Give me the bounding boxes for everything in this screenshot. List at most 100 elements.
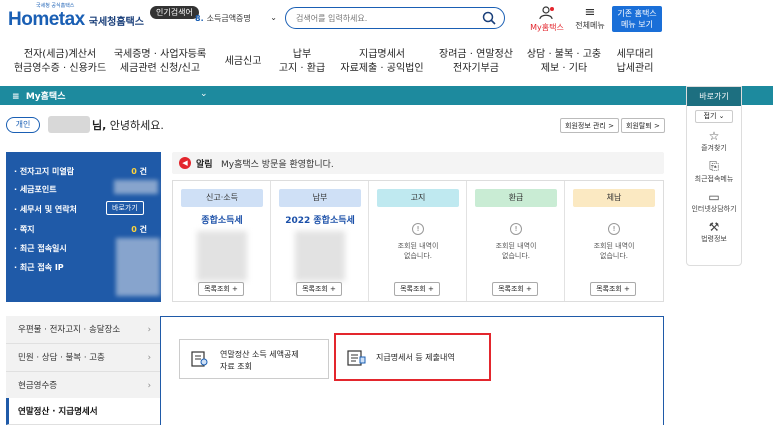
quick-item-label: 즐겨찾기 bbox=[701, 144, 727, 152]
search-input[interactable] bbox=[296, 11, 476, 25]
quick-item-label: 인터넷상담하기 bbox=[691, 205, 737, 213]
card-head: 납부 bbox=[279, 189, 361, 207]
info-icon: ! bbox=[412, 223, 424, 235]
gnb-item-tax-report[interactable]: 세금신고 bbox=[225, 55, 262, 69]
card-refund: 환급 ! 조회된 내역이 없습니다. 목록조회 + bbox=[467, 181, 565, 301]
gnb-item-tax-agent[interactable]: 세무대리 납세관리 bbox=[617, 48, 654, 76]
search-icon[interactable] bbox=[482, 11, 496, 25]
summary-tax-office: · 세무서 및 연락처 bbox=[14, 205, 77, 214]
card-sub[interactable]: 2022 종합소득세 bbox=[271, 213, 369, 226]
left-menu-cash-receipt[interactable]: 현금영수증 › bbox=[6, 372, 161, 400]
classic-btn-line2: 메뉴 보기 bbox=[621, 20, 653, 29]
my-bar-text: My홈택스 bbox=[25, 92, 66, 102]
info-icon: ! bbox=[510, 223, 522, 235]
quick-recent-menu[interactable]: ⎘ 최근접속메뉴 bbox=[687, 159, 741, 184]
gnb-line1: 국세증명 · 사업자등록 bbox=[113, 49, 207, 60]
gnb-item-einvoice[interactable]: 전자(세금)계산서 현금영수증 · 신용카드 bbox=[14, 48, 106, 76]
my-hometax-label: My홈택스 bbox=[530, 23, 564, 32]
greeting-text: 님, 안녕하세요. bbox=[92, 117, 164, 133]
gnb-item-payment-statement[interactable]: 지급명세서 자료제출 · 공익법인 bbox=[340, 48, 423, 76]
payment-statement-submission[interactable]: 지급명세서 등 제출내역 bbox=[334, 333, 491, 381]
year-end-deduction-query[interactable]: 연말정산 소득 세액공제 자료 조회 bbox=[179, 339, 329, 379]
summary-message-count: 0 건 bbox=[131, 224, 147, 235]
withdraw-button[interactable]: 회원탈퇴 > bbox=[621, 118, 665, 133]
card-empty-text: 조회된 내역이없습니다. bbox=[565, 241, 663, 261]
my-hometax-bar[interactable]: ≡ My홈택스 ⌄ bbox=[0, 86, 686, 105]
logo-mark: Hometax bbox=[8, 9, 85, 30]
classic-btn-line1: 기존 홈택스 bbox=[617, 9, 657, 18]
member-info-button[interactable]: 회원정보 관리 > bbox=[560, 118, 619, 133]
gnb-item-payment[interactable]: 납부고지 · 환급 bbox=[279, 48, 325, 76]
empty-line2: 없습니다. bbox=[600, 252, 628, 260]
card-sub[interactable]: 종합소득세 bbox=[173, 213, 271, 226]
user-icon bbox=[539, 6, 554, 20]
popular-search-badge: 인기검색어 bbox=[150, 6, 199, 19]
empty-line1: 조회된 내역이 bbox=[593, 242, 635, 250]
quick-online-consult[interactable]: ▭ 인터넷상담하기 bbox=[687, 190, 741, 214]
summary-last-login: · 최근 접속일시 bbox=[14, 244, 67, 253]
gnb-line2: 납세관리 bbox=[616, 63, 654, 74]
count-value: 0 bbox=[131, 167, 137, 176]
greeting-name-suffix: 님, bbox=[92, 119, 107, 132]
summary-last-ip: · 최근 접속 IP bbox=[14, 263, 64, 272]
quick-links-panel: 바로가기 접기 ⌄ ☆ 즐겨찾기 ⎘ 최근접속메뉴 ▭ 인터넷상담하기 ⚒ 법령정보 bbox=[686, 86, 742, 266]
chevron-down-icon[interactable]: ⌄ bbox=[200, 89, 208, 99]
left-menu-mail[interactable]: 우편물 · 전자고지 · 송달장소 › bbox=[6, 316, 161, 344]
card-empty-text: 조회된 내역이 없습니다. bbox=[369, 241, 467, 261]
all-menu-label: 전체메뉴 bbox=[575, 21, 605, 30]
chevron-down-icon[interactable]: ⌄ bbox=[270, 13, 277, 24]
role-badge: 개인 bbox=[6, 117, 40, 133]
left-menu-label: 연말정산 · 지급명세서 bbox=[18, 407, 98, 417]
list-view-button[interactable]: 목록조회 + bbox=[198, 282, 244, 296]
gnb-line1: 납부 bbox=[292, 49, 312, 60]
gnb-item-consult[interactable]: 상담 · 불복 · 고충 제보 · 기타 bbox=[527, 48, 601, 76]
list-view-button[interactable]: 목록조회 + bbox=[492, 282, 538, 296]
gnb-item-year-end[interactable]: 장려금 · 연말정산 전자기부금 bbox=[439, 48, 513, 76]
count-value: 0 bbox=[131, 225, 137, 234]
gnb-item-certificate[interactable]: 국세증명 · 사업자등록세금관련 신청/신고 bbox=[114, 48, 206, 76]
gnb-line2: 세금관련 신청/신고 bbox=[119, 63, 201, 74]
global-nav: 전자(세금)계산서 현금영수증 · 신용카드 국세증명 · 사업자등록세금관련 신… bbox=[0, 42, 773, 82]
left-menu-civil[interactable]: 민원 · 상담 · 불복 · 고충 › bbox=[6, 344, 161, 372]
all-menu-button[interactable]: ≡ 전체메뉴 bbox=[570, 6, 610, 31]
gnb-line2: 고지 · 환급 bbox=[278, 63, 326, 74]
card-head: 고지 bbox=[377, 189, 459, 207]
left-menu-year-end[interactable]: 연말정산 · 지급명세서 bbox=[6, 398, 161, 425]
sub-card-label: 지급명세서 등 제출내역 bbox=[376, 353, 455, 362]
summary-e-notice[interactable]: · 전자고지 미열람 bbox=[14, 166, 74, 177]
tax-office-go-button[interactable]: 바로가기 bbox=[106, 201, 144, 215]
left-menu-label: 우편물 · 전자고지 · 송달장소 bbox=[18, 325, 121, 335]
my-hometax-button[interactable]: My홈택스 bbox=[527, 6, 567, 33]
sub-card-line2: 자료 조회 bbox=[220, 362, 252, 371]
hometax-logo[interactable]: 국세청 공식홈택스 Hometax 국세청홈택스 bbox=[8, 3, 144, 34]
empty-line2: 없습니다. bbox=[502, 252, 530, 260]
chevron-right-icon: › bbox=[147, 325, 151, 335]
list-view-button[interactable]: 목록조회 + bbox=[590, 282, 636, 296]
user-name-redacted bbox=[48, 116, 90, 133]
card-arrears: 체납 ! 조회된 내역이 없습니다. 목록조회 + bbox=[565, 181, 663, 301]
list-view-button[interactable]: 목록조회 + bbox=[296, 282, 342, 296]
count-unit: 건 bbox=[139, 225, 147, 234]
summary-message[interactable]: · 쪽지 bbox=[14, 224, 35, 235]
card-content-redacted bbox=[197, 231, 247, 281]
star-icon: ☆ bbox=[708, 129, 720, 143]
quick-fold-button[interactable]: 접기 ⌄ bbox=[695, 110, 733, 123]
card-notice: 고지 ! 조회된 내역이 없습니다. 목록조회 + bbox=[369, 181, 467, 301]
gnb-line1: 장려금 · 연말정산 bbox=[439, 49, 513, 60]
summary-tax-point[interactable]: · 세금포인트 bbox=[14, 184, 57, 195]
summary-e-notice-count: 0 건 bbox=[131, 166, 147, 177]
user-summary-panel: · 전자고지 미열람 0 건 · 세금포인트 · 세무서 및 연락처 바로가기 … bbox=[6, 152, 161, 302]
gavel-icon: ⚒ bbox=[708, 220, 720, 234]
status-cards: 신고·소득 종합소득세 목록조회 + 납부 2022 종합소득세 목록조회 + … bbox=[172, 180, 664, 302]
card-report: 신고·소득 종합소득세 목록조회 + bbox=[173, 181, 271, 301]
list-view-button[interactable]: 목록조회 + bbox=[394, 282, 440, 296]
greeting-message: 안녕하세요. bbox=[106, 119, 164, 132]
notice-text: My홈택스 방문을 환영합니다. bbox=[221, 160, 334, 170]
classic-menu-button[interactable]: 기존 홈택스 메뉴 보기 bbox=[612, 6, 662, 32]
gnb-line1: 세금신고 bbox=[224, 56, 262, 67]
popular-search-keyword[interactable]: 8. 소득금액증명 ⌄ bbox=[195, 13, 277, 24]
tax-point-redacted bbox=[114, 180, 158, 194]
empty-line2: 없습니다. bbox=[404, 252, 432, 260]
quick-law-info[interactable]: ⚒ 법령정보 bbox=[687, 220, 741, 244]
quick-favorites[interactable]: ☆ 즐겨찾기 bbox=[687, 129, 741, 153]
